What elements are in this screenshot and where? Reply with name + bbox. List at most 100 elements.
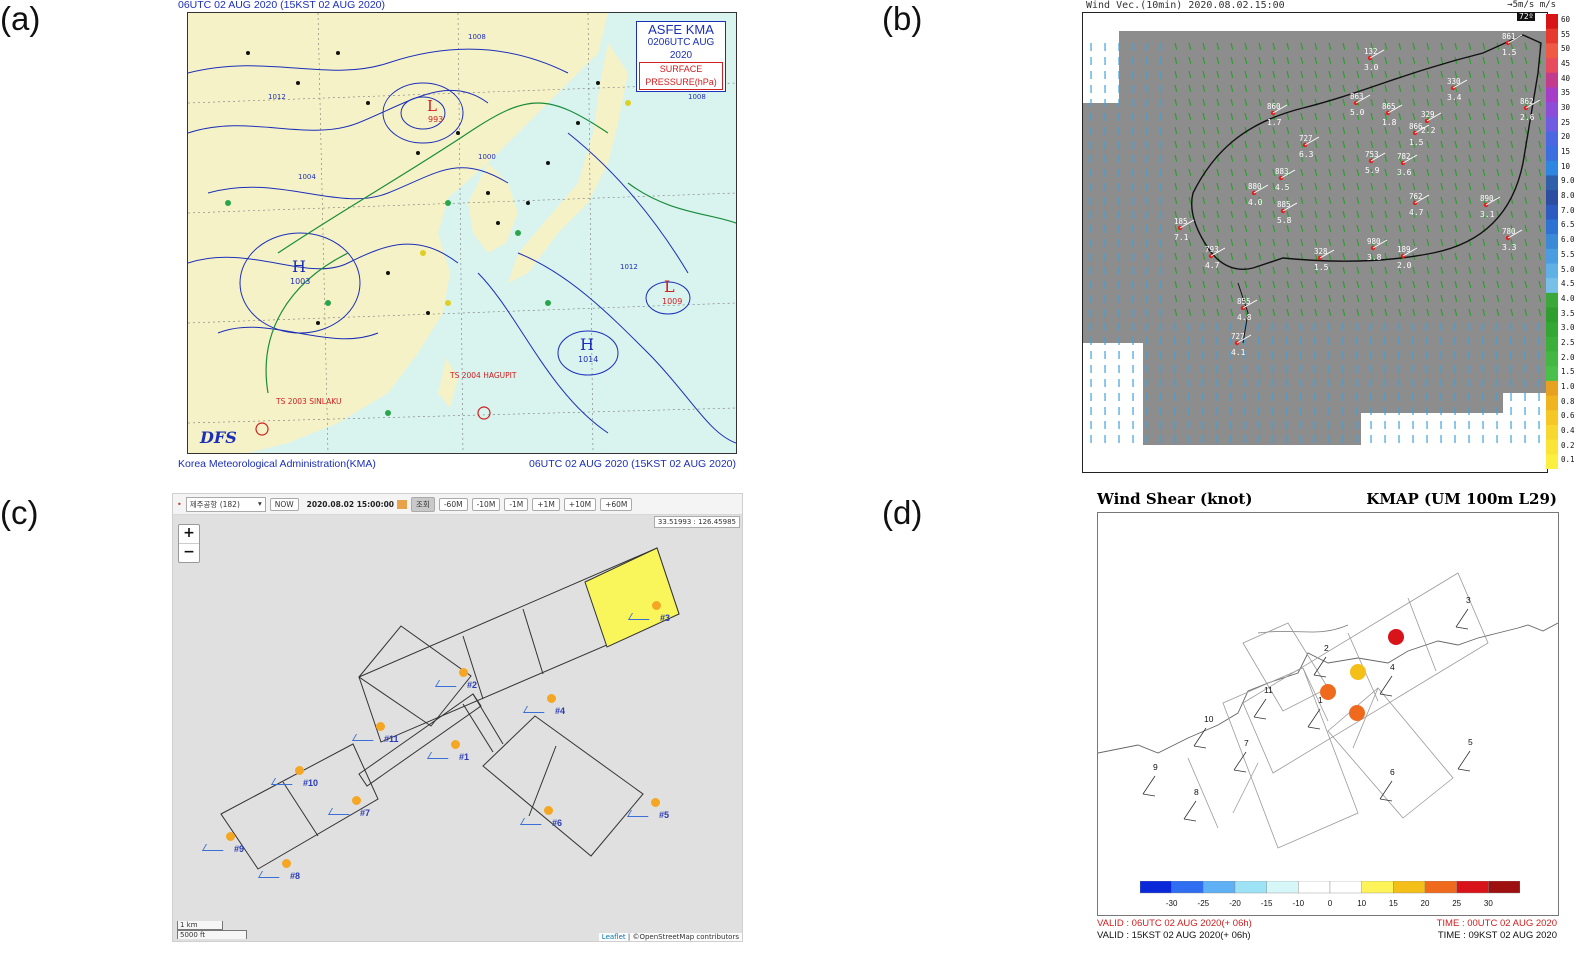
colorbar-segment [1546, 87, 1558, 103]
wind-barb-icon [327, 808, 354, 815]
wind-barb-icon [270, 778, 297, 785]
time-utc: TIME : 00UTC 02 AUG 2020 [1436, 918, 1557, 929]
colorbar-tick: 1.0 [1561, 381, 1575, 391]
panel-label-c: (c) [0, 494, 39, 531]
station-speed: 3.6 [1397, 168, 1412, 177]
wind-shear-title: Wind Shear (knot) [1097, 490, 1253, 508]
wind-barb-icon [519, 818, 546, 825]
colorbar-segment [1266, 881, 1299, 894]
wind-barb [1142, 775, 1156, 795]
low-pressure-label: L [664, 277, 675, 296]
station-number: 8 [1194, 787, 1199, 797]
sensor-label: #8 [290, 871, 301, 881]
station-speed: 1.8 [1382, 118, 1397, 127]
high-pressure-label: H [580, 335, 594, 354]
chart-footer-left: Korea Meteorological Administration(KMA) [178, 458, 376, 470]
wind-barb [1307, 726, 1321, 730]
colorbar-tick: 30 [1561, 103, 1571, 113]
wind-barb [1183, 800, 1197, 820]
colorbar-tick: 10 [1357, 899, 1366, 908]
colorbar-segment [1546, 380, 1558, 397]
sensor-dot[interactable] [451, 740, 460, 749]
colorbar-segment [1546, 278, 1558, 294]
wind-barb-icon [426, 752, 453, 759]
station-speed: 5.9 [1365, 166, 1380, 175]
wind-shear-plot: 1 2 3 4 5 6 7 8 9 10 11 [1098, 572, 1558, 849]
chart-legend-box: ASFE KMA 0206UTC AUG 2020 SURFACE PRESSU… [636, 21, 726, 92]
wind-barb [1313, 656, 1327, 676]
station-speed: 2.6 [1520, 113, 1535, 122]
sensor-dot[interactable] [547, 694, 556, 703]
low-pressure-label: L [427, 97, 437, 115]
colorbar-segment [1546, 263, 1558, 279]
station-speed: 3.8 [1367, 253, 1382, 262]
leaflet-link[interactable]: Leaflet [602, 933, 626, 941]
station-speed: 1.5 [1314, 263, 1329, 272]
high-pressure-value: 1003 [290, 277, 311, 286]
colorbar-segment [1546, 58, 1558, 74]
sensor-label: #11 [384, 734, 399, 744]
isobar-label: 1008 [688, 93, 706, 101]
colorbar-segment [1546, 424, 1558, 441]
sensor-dot[interactable] [459, 668, 468, 677]
wind-barb [1457, 750, 1471, 770]
wind-barb [1183, 818, 1197, 822]
sensor-dot[interactable] [544, 806, 553, 815]
sensor-dot[interactable] [226, 832, 235, 841]
colorbar-tick: 25 [1452, 899, 1461, 908]
station-speed: 7.1 [1174, 233, 1189, 242]
colorbar-tick: -15 [1261, 899, 1273, 908]
station-speed: 4.1 [1231, 348, 1246, 357]
wind-barb-icon [351, 734, 378, 741]
isobar-label: 1012 [268, 93, 286, 101]
taiwan [438, 358, 458, 408]
wind-speed-colorbar [1546, 14, 1558, 469]
colorbar-segment [1424, 881, 1457, 894]
colorbar-tick: 25 [1561, 117, 1571, 127]
valid-utc: VALID : 06UTC 02 AUG 2020(+ 06h) [1097, 918, 1252, 929]
osm-attribution: | ©OpenStreetMap contributors [627, 933, 739, 941]
colorbar-segment [1234, 881, 1267, 894]
station-speed: 4.5 [1275, 183, 1290, 192]
wind-vector-map: 132 3.0 861 1.5 330 3.4 862 2.6 863 5.0 865 1.8 329 2… [1082, 12, 1548, 473]
sensor-dot[interactable] [282, 859, 291, 868]
colorbar-segment [1171, 881, 1204, 894]
station-number: 9 [1153, 762, 1158, 772]
sensor-dot[interactable] [376, 722, 385, 731]
colorbar-segment [1546, 234, 1558, 250]
station-number: 6 [1390, 767, 1395, 777]
korea-peninsula [468, 163, 518, 253]
wind-speed-colorbar-ticks: 60 55 50 45 40 35 30 25 20 15 10 9.0 8.0 7.0 6.5 6.0 5.5… [1561, 14, 1589, 469]
low-pressure-value: 1009 [662, 297, 683, 306]
colorbar-tick: 0.4 [1561, 425, 1575, 435]
wind-barb [1455, 626, 1469, 630]
colorbar-segment [1546, 146, 1558, 162]
colorbar-segment [1393, 881, 1426, 894]
colorbar-tick: 6.0 [1561, 235, 1575, 245]
colorbar-segment [1546, 116, 1558, 132]
sensor-dot[interactable] [651, 798, 660, 807]
colorbar-segment [1546, 307, 1558, 323]
sensor-dot[interactable] [352, 796, 361, 805]
max-wind-badge: 72º [1517, 12, 1536, 21]
station-speed: 4.8 [1237, 313, 1252, 322]
sensor-label: #4 [555, 706, 566, 716]
colorbar-segment [1546, 336, 1558, 353]
colorbar-segment [1329, 881, 1362, 894]
wind-vector-field: 1323.08611.53303.4 8622.68635.08651.83292… [1083, 31, 1547, 445]
colorbar-segment [1298, 881, 1331, 894]
colorbar-segment [1546, 131, 1558, 147]
colorbar-tick: 9.0 [1561, 176, 1575, 186]
station-number: 7 [1244, 738, 1249, 748]
station-speed: 6.3 [1299, 150, 1314, 159]
colorbar-tick: 4.5 [1561, 279, 1575, 289]
colorbar-segment [1546, 14, 1558, 30]
sensor-dot[interactable] [295, 766, 304, 775]
wind-barb [1233, 769, 1247, 773]
station-number: 1 [1318, 695, 1323, 705]
colorbar-tick: 60 [1561, 15, 1571, 24]
wind-barb-icon [257, 871, 284, 878]
sensor-dot[interactable] [652, 601, 661, 610]
isobar-label: 1012 [620, 263, 638, 271]
colorbar-tick: 3.5 [1561, 308, 1575, 318]
